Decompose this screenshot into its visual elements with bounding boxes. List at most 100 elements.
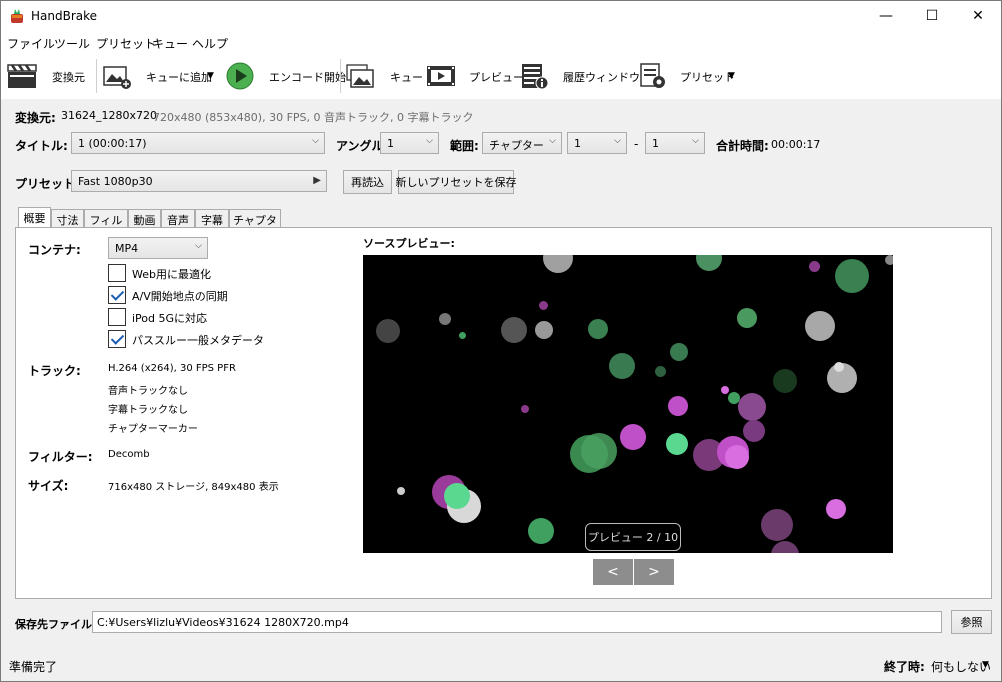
range-dash: - bbox=[634, 137, 639, 151]
size-label: サイズ: bbox=[28, 479, 69, 493]
menu-tools[interactable]: ツール bbox=[54, 35, 90, 52]
source-label: 変換元: bbox=[15, 111, 56, 125]
preview-label[interactable]: プレビュー bbox=[469, 69, 524, 85]
bokeh-circle bbox=[459, 332, 466, 339]
range-type-value: チャプター bbox=[489, 139, 544, 152]
menu-queue[interactable]: キュー bbox=[152, 35, 188, 52]
preset-value: Fast 1080p30 bbox=[78, 175, 153, 188]
preview-filmstrip-icon[interactable] bbox=[426, 62, 456, 90]
queue-icon[interactable] bbox=[346, 62, 376, 90]
bokeh-circle bbox=[397, 487, 405, 495]
bokeh-circle bbox=[721, 386, 729, 394]
when-done-dropdown-icon[interactable]: ▼ bbox=[982, 660, 989, 670]
angle-dropdown[interactable]: 1 ⌵ bbox=[380, 132, 439, 154]
title-dropdown[interactable]: 1 (00:00:17) ⌵ bbox=[71, 132, 325, 154]
maximize-button[interactable]: ☐ bbox=[909, 1, 955, 31]
bokeh-circle bbox=[737, 308, 757, 328]
add-to-queue-label[interactable]: キューに追加 bbox=[146, 69, 212, 85]
size-value: 716x480 ストレージ, 849x480 表示 bbox=[108, 482, 279, 493]
preview-next-button[interactable]: > bbox=[634, 559, 674, 585]
preview-prev-button[interactable]: < bbox=[593, 559, 633, 585]
start-encode-icon[interactable] bbox=[226, 62, 256, 90]
menu-help[interactable]: ヘルプ bbox=[192, 35, 228, 52]
save-new-preset-button[interactable]: 新しいプリセットを保存 bbox=[396, 170, 517, 194]
toolbar: 変換元 キューに追加 ▼ エンコード開始 キュー プレビュー 履歴ウィンドウ プ… bbox=[1, 53, 1001, 99]
status-text: 準備完了 bbox=[9, 660, 58, 674]
web-optimized-checkbox[interactable] bbox=[108, 264, 126, 282]
destination-path-field[interactable]: C:¥Users¥lizlu¥Videos¥31624 1280X720.mp4 bbox=[92, 611, 942, 633]
activity-window-label[interactable]: 履歴ウィンドウ bbox=[563, 69, 640, 85]
presets-gear-icon[interactable] bbox=[638, 62, 668, 90]
bokeh-circle bbox=[588, 319, 608, 339]
bokeh-circle bbox=[376, 319, 400, 343]
presets-dropdown-icon[interactable]: ▼ bbox=[728, 71, 735, 81]
bokeh-circle bbox=[670, 343, 688, 361]
when-done-label: 終了時: bbox=[884, 660, 925, 674]
source-info: 720x480 (853x480), 30 FPS, 0 音声トラック, 0 字… bbox=[153, 111, 474, 124]
range-label: 範囲: bbox=[450, 139, 479, 153]
bokeh-circle bbox=[543, 255, 573, 273]
close-button[interactable]: ✕ bbox=[955, 1, 1001, 31]
bokeh-circle bbox=[655, 366, 666, 377]
filters-value: Decomb bbox=[108, 449, 150, 460]
presets-label[interactable]: プリセット bbox=[680, 69, 735, 85]
bokeh-circle bbox=[581, 433, 617, 469]
filters-label: フィルター: bbox=[28, 450, 93, 464]
chevron-down-icon: ⌵ bbox=[312, 136, 319, 146]
toolbar-separator bbox=[340, 59, 341, 93]
bokeh-circle bbox=[528, 518, 554, 544]
main-content: 変換元: 31624_1280x720 720x480 (853x480), 3… bbox=[1, 99, 1001, 649]
tab-filters[interactable]: フィルタ bbox=[84, 209, 128, 243]
activity-log-icon[interactable] bbox=[520, 62, 550, 90]
ipod-5g-checkbox[interactable] bbox=[108, 308, 126, 326]
bokeh-circle bbox=[761, 509, 793, 541]
handbrake-pineapple-icon bbox=[11, 9, 23, 23]
bokeh-circle bbox=[725, 445, 749, 469]
source-button-label[interactable]: 変換元 bbox=[52, 69, 85, 85]
start-encode-label[interactable]: エンコード開始 bbox=[269, 69, 346, 85]
av-align-checkbox[interactable] bbox=[108, 286, 126, 304]
menu-presets[interactable]: プリセット bbox=[96, 35, 156, 52]
preset-selector[interactable]: Fast 1080p30 ▶ bbox=[71, 170, 327, 192]
status-bar: 準備完了 終了時: 何もしない ▼ bbox=[1, 649, 1001, 681]
range-end-value: 1 bbox=[652, 137, 659, 150]
track-item: 音声トラックなし bbox=[108, 386, 188, 397]
tab-chapters[interactable]: チャプター bbox=[229, 209, 281, 243]
range-type-dropdown[interactable]: チャプター ⌵ bbox=[482, 132, 562, 154]
title-value: 1 (00:00:17) bbox=[78, 137, 147, 150]
browse-button[interactable]: 参照 bbox=[951, 610, 992, 634]
bokeh-circle bbox=[885, 255, 893, 265]
add-queue-icon[interactable] bbox=[102, 62, 132, 90]
add-queue-dropdown-icon[interactable]: ▼ bbox=[207, 71, 214, 81]
minimize-button[interactable]: — bbox=[863, 1, 909, 31]
queue-label[interactable]: キュー bbox=[390, 69, 423, 85]
handbrake-window: HandBrake — ☐ ✕ ファイル ツール プリセット キュー ヘルプ 変… bbox=[0, 0, 1002, 682]
tab-dimensions[interactable]: 寸法 bbox=[51, 209, 84, 227]
tab-subtitles[interactable]: 字幕 bbox=[195, 209, 229, 227]
bokeh-circle bbox=[696, 255, 722, 271]
bokeh-circle bbox=[620, 424, 646, 450]
tab-audio[interactable]: 音声 bbox=[161, 209, 195, 227]
range-start-dropdown[interactable]: 1 ⌵ bbox=[567, 132, 627, 154]
range-end-dropdown[interactable]: 1 ⌵ bbox=[645, 132, 705, 154]
menu-file[interactable]: ファイル bbox=[7, 35, 55, 52]
passthru-metadata-label: パススルー一般メタデータ bbox=[132, 334, 264, 347]
tab-summary[interactable]: 概要 bbox=[18, 207, 51, 227]
passthru-metadata-checkbox[interactable] bbox=[108, 330, 126, 348]
reload-preset-button[interactable]: 再読込 bbox=[343, 170, 392, 194]
container-dropdown[interactable]: MP4 ⌵ bbox=[108, 237, 208, 259]
toolbar-separator bbox=[96, 59, 97, 93]
tracks-label: トラック: bbox=[28, 364, 81, 378]
chevron-right-icon: ▶ bbox=[313, 175, 321, 186]
container-value: MP4 bbox=[115, 242, 139, 255]
menu-bar: ファイル ツール プリセット キュー ヘルプ bbox=[1, 31, 1001, 53]
tab-video[interactable]: 動画 bbox=[128, 209, 161, 227]
bokeh-circle bbox=[668, 396, 688, 416]
bokeh-circle bbox=[743, 420, 765, 442]
bokeh-circle bbox=[609, 353, 635, 379]
clapperboard-icon[interactable] bbox=[7, 62, 37, 90]
web-optimized-label: Web用に最適化 bbox=[132, 268, 211, 281]
track-item: 字幕トラックなし bbox=[108, 405, 188, 416]
ipod-5g-label: iPod 5Gに対応 bbox=[132, 312, 208, 325]
bokeh-circle bbox=[771, 541, 799, 553]
